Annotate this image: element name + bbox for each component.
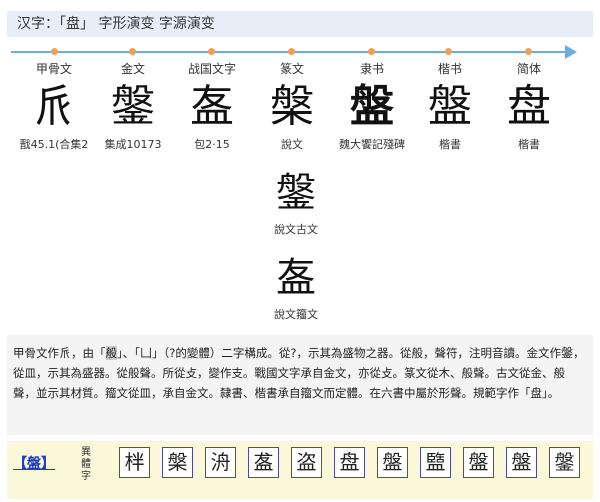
desc-text: 」、「 — [117, 346, 141, 360]
stage-glyph: 盘 — [507, 81, 551, 132]
etymology-description: 甲骨文作𠂢，由「般」、「凵」（?的變體）二字構成。從?，示其為盛物之器。從般，聲… — [7, 335, 593, 435]
glyph-evolution-panel: 汉字：「盘」 字形演变 字源演变 甲骨文 𠂢 戬45.1(合集2 金文 鎜 集成… — [3, 3, 597, 499]
stage-glyph: 盤 — [350, 81, 394, 132]
stage-era-label: 楷书 — [437, 62, 462, 76]
stage-era-label: 简体 — [516, 62, 541, 76]
stage-era-label: 甲骨文 — [35, 62, 72, 76]
stage-source: 楷書 — [439, 138, 461, 151]
stage-oracle-bone: 甲骨文 𠂢 戬45.1(合集2 — [11, 61, 97, 153]
variant-char[interactable]: 盘 — [334, 447, 365, 478]
variant-char[interactable]: 盤 — [463, 447, 494, 478]
stage-source: 戬45.1(合集2 — [19, 138, 89, 151]
stage-clerical: 隶书 盤 魏大饗記殘碑 — [329, 61, 415, 153]
variant-char[interactable]: 盤 — [377, 447, 408, 478]
variant-char[interactable]: 盗 — [291, 447, 322, 478]
timeline-dot — [51, 48, 58, 55]
variant-char[interactable]: 洀 — [205, 447, 236, 478]
variant-char[interactable]: 柈 — [119, 447, 150, 478]
variant-char[interactable]: 槃 — [162, 447, 193, 478]
seal-variant-ancient: 鎜 說文古文 — [261, 163, 331, 237]
timeline-dot — [129, 48, 136, 55]
main-character-link[interactable]: 【盤】 — [13, 453, 55, 473]
stage-glyph: 盤 — [428, 81, 472, 132]
stage-era-label: 战国文字 — [187, 62, 236, 76]
seal-variant-zhouwen: 𥁊 說文籀文 — [261, 248, 331, 322]
variant-label: 異體字 — [81, 447, 91, 482]
stage-source: 魏大饗記殘碑 — [339, 138, 405, 151]
stage-era-label: 篆文 — [279, 62, 304, 76]
timeline-dot — [368, 48, 375, 55]
variant-char[interactable]: 盬 — [420, 447, 451, 478]
inline-glyph: 鎜 — [561, 346, 574, 360]
variants-bar: 【盤】 異體字 柈 槃 洀 盋 盗 盘 盤 盬 盤 盤 鎜 — [7, 441, 593, 499]
stage-source: 楷書 — [518, 138, 540, 151]
stage-glyph: 𥁊 — [190, 81, 234, 132]
stage-source: 集成10173 — [104, 138, 162, 151]
timeline-arrow-icon — [565, 45, 577, 59]
timeline-dot — [208, 48, 215, 55]
stage-bronze: 金文 鎜 集成10173 — [90, 61, 176, 153]
desc-text: ，由「 — [71, 346, 106, 360]
timeline-dot — [288, 48, 295, 55]
stage-simplified: 简体 盘 楷書 — [486, 61, 572, 153]
variant-glyph: 𥁊 — [276, 255, 316, 301]
era-timeline — [11, 45, 577, 59]
stage-warring-states: 战国文字 𥁊 包2·15 — [169, 61, 255, 153]
timeline-dot — [445, 48, 452, 55]
page-title: 汉字：「盘」 字形演变 字源演变 — [7, 11, 593, 37]
stage-glyph: 槃 — [270, 81, 314, 132]
stage-regular: 楷书 盤 楷書 — [407, 61, 493, 153]
stage-seal: 篆文 槃 說文 — [249, 61, 335, 153]
desc-text: 甲骨文作 — [13, 346, 59, 360]
stage-source: 說文 — [281, 138, 303, 151]
variant-source: 說文籀文 — [274, 308, 318, 321]
variant-source: 說文古文 — [274, 223, 318, 236]
inline-glyph: 凵 — [140, 346, 153, 360]
variant-char[interactable]: 盤 — [506, 447, 537, 478]
variant-char[interactable]: 盋 — [248, 447, 279, 478]
highlighted-char: 般 — [105, 346, 118, 360]
inline-glyph: 𠂢 — [59, 346, 72, 360]
stage-glyph: 鎜 — [111, 81, 155, 132]
stage-glyph: 𠂢 — [32, 81, 76, 132]
stage-era-label: 隶书 — [359, 62, 384, 76]
stage-era-label: 金文 — [120, 62, 145, 76]
variant-char[interactable]: 鎜 — [549, 447, 580, 478]
variant-glyph: 鎜 — [276, 170, 316, 216]
stage-source: 包2·15 — [194, 138, 230, 151]
desc-text: 」（?的變體）二字構成。從?，示其為盛物之器。從般，聲符，注明音讀。金文作 — [152, 346, 561, 360]
timeline-dot — [525, 48, 532, 55]
